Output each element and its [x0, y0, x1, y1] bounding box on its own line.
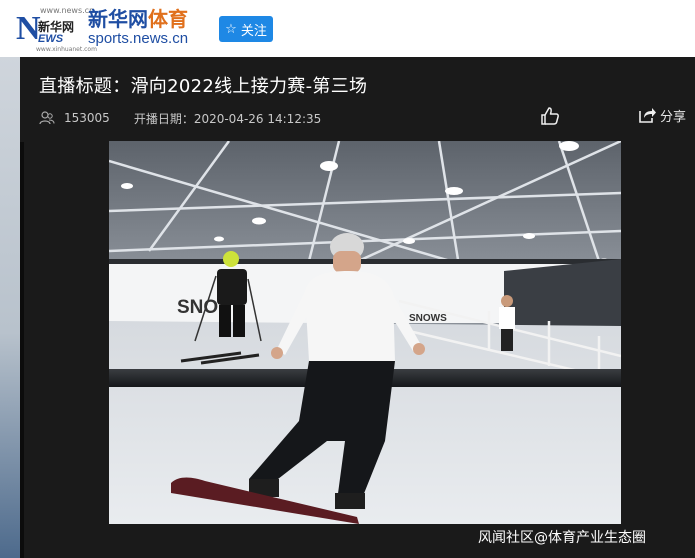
sports-logo-part-b: 体育	[148, 7, 188, 31]
start-time: 开播日期：2020-04-26 14:12:35	[133, 111, 322, 126]
banner-text-right: SNOWS	[409, 313, 447, 324]
sports-logo-part-a: 新华网	[88, 7, 148, 31]
side-background	[0, 57, 20, 558]
logo-top-url: www.news.cn	[40, 6, 95, 15]
live-meta: 153005 开播日期：2020-04-26 14:12:35	[39, 109, 321, 127]
watermark-text: 风闻社区@体育产业生态圈	[478, 530, 646, 546]
video-frame: SNO SNOWS	[109, 141, 621, 524]
viewer-count: 153005	[64, 111, 110, 125]
logo-letter: N	[16, 10, 41, 47]
logo-ews: EWS	[38, 33, 64, 45]
share-icon	[639, 108, 656, 123]
star-icon: ☆	[225, 21, 237, 37]
wall-trim	[109, 259, 621, 264]
thumbs-up-icon[interactable]	[540, 106, 560, 126]
site-header: www.news.cn N 新华网 EWS www.xinhuanet.com …	[0, 0, 695, 57]
follow-button[interactable]: ☆ 关注	[219, 16, 273, 42]
share-label: 分享	[660, 109, 687, 125]
user-icon	[39, 111, 55, 125]
sports-channel-logo[interactable]: 新华网体育 sports.news.cn	[88, 8, 200, 50]
live-title: 直播标题：滑向2022线上接力赛-第三场	[39, 76, 368, 97]
left-shadow-band	[20, 142, 24, 558]
live-panel: 直播标题：滑向2022线上接力赛-第三场 153005 开播日期：2020-04…	[20, 57, 695, 558]
sports-logo-chinese: 新华网体育	[88, 8, 200, 30]
xinhua-news-logo[interactable]: www.news.cn N 新华网 EWS www.xinhuanet.com	[16, 6, 97, 53]
share-button[interactable]: 分享	[637, 105, 686, 125]
sports-logo-url: sports.news.cn	[88, 30, 189, 47]
live-video-player[interactable]: SNO SNOWS	[109, 141, 621, 524]
banner-text-left: SNO	[177, 297, 218, 318]
follow-label: 关注	[240, 23, 267, 39]
